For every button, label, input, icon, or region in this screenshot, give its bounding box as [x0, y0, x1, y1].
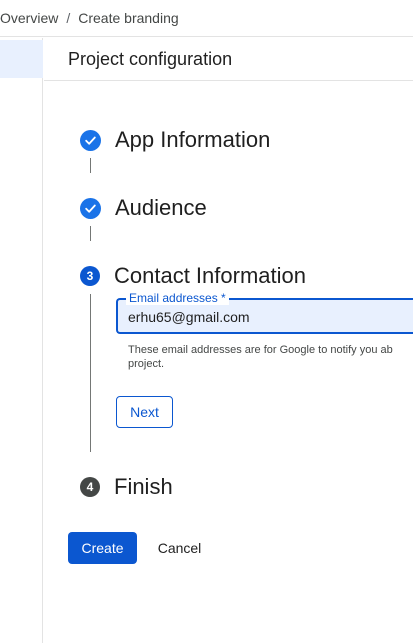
left-nav-selected-item[interactable] [0, 40, 43, 78]
next-button[interactable]: Next [116, 396, 173, 428]
breadcrumb-current: Create branding [78, 10, 179, 26]
step-finish[interactable]: 4 Finish [80, 474, 173, 500]
step-number-badge: 4 [80, 477, 100, 497]
step-title: Finish [114, 474, 173, 499]
breadcrumb-overview-link[interactable]: Overview [0, 10, 58, 26]
panel-header: Project configuration [44, 38, 413, 81]
left-nav [0, 38, 43, 643]
step-number-badge: 3 [80, 266, 100, 286]
step-contact-information[interactable]: 3 Contact Information [80, 263, 306, 289]
breadcrumb: Overview / Create branding [0, 0, 413, 37]
email-addresses-value: erhu65@gmail.com [128, 309, 250, 325]
check-icon [80, 197, 101, 219]
oauth-branding-page: Overview / Create branding Project confi… [0, 0, 413, 643]
step-title: Audience [115, 195, 207, 220]
helper-line: These email addresses are for Google to … [128, 344, 393, 356]
step-title: Contact Information [114, 263, 306, 288]
breadcrumb-separator: / [66, 10, 71, 26]
check-icon [80, 129, 101, 151]
step-connector [90, 158, 91, 173]
helper-line: project. [128, 358, 165, 370]
step-audience[interactable]: Audience [80, 195, 207, 221]
step-connector [90, 226, 91, 241]
create-button[interactable]: Create [68, 532, 137, 564]
main-content: Project configuration App Information Au… [44, 38, 413, 643]
step-title: App Information [115, 127, 271, 152]
email-addresses-label: Email addresses * [126, 291, 229, 305]
panel-title: Project configuration [68, 48, 233, 69]
email-helper-text: These email addresses are for Google to … [128, 343, 413, 371]
cancel-button[interactable]: Cancel [145, 532, 214, 564]
step-app-information[interactable]: App Information [80, 127, 270, 153]
email-addresses-input[interactable]: Email addresses * erhu65@gmail.com [116, 291, 413, 334]
step-connector [90, 294, 91, 452]
